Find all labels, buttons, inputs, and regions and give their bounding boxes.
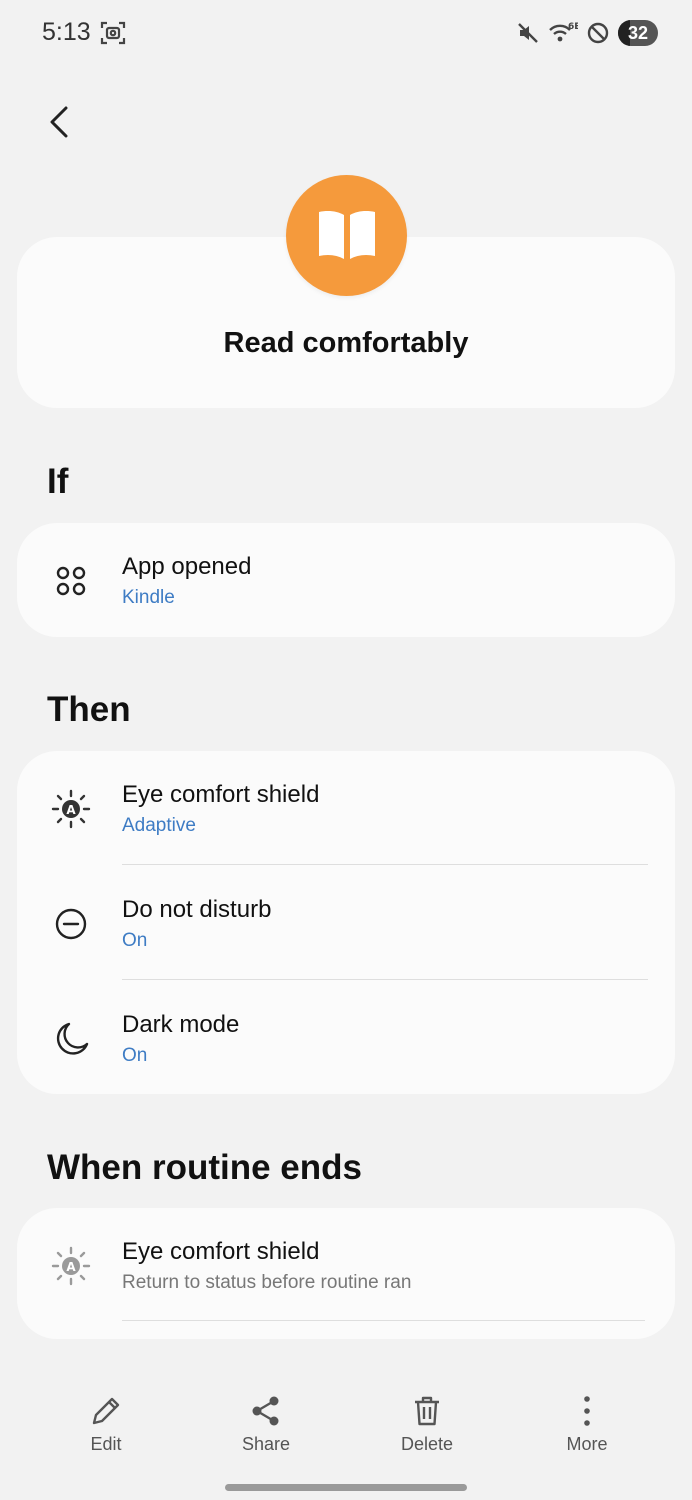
end-action-title: Eye comfort shield xyxy=(122,1238,320,1265)
status-bar: 5:13 6E 32 xyxy=(0,0,692,64)
action-row-eye-comfort-shield[interactable]: A Eye comfort shield Adaptive xyxy=(17,751,675,866)
chevron-left-icon xyxy=(50,106,68,138)
battery-icon: 32 xyxy=(618,20,658,46)
share-button[interactable]: Share xyxy=(206,1380,326,1460)
dark-mode-icon xyxy=(49,1017,93,1061)
do-not-disturb-status-icon xyxy=(586,21,610,45)
delete-label: Delete xyxy=(400,1434,454,1454)
condition-value: Kindle xyxy=(122,587,175,608)
pencil-icon xyxy=(92,1397,120,1425)
more-label: More xyxy=(566,1434,608,1454)
more-button[interactable]: More xyxy=(527,1380,647,1460)
bottom-action-bar: Edit Share Delete More xyxy=(0,1380,692,1470)
more-vertical-icon xyxy=(584,1396,590,1426)
action-title: Eye comfort shield xyxy=(122,781,320,808)
action-title: Dark mode xyxy=(122,1011,240,1038)
action-value: On xyxy=(122,930,148,951)
if-heading: If xyxy=(47,462,69,501)
home-indicator[interactable] xyxy=(225,1484,467,1491)
end-action-row-eye-comfort-shield[interactable]: A Eye comfort shield Return to status be… xyxy=(17,1208,675,1323)
wifi-6e-icon: 6E xyxy=(548,21,578,45)
then-heading: Then xyxy=(47,690,131,729)
svg-text:6E: 6E xyxy=(568,22,578,32)
end-action-value: Return to status before routine ran xyxy=(122,1272,412,1293)
eye-comfort-icon: A xyxy=(49,1244,93,1288)
status-icons: 6E 32 xyxy=(516,18,658,48)
edit-button[interactable]: Edit xyxy=(46,1380,166,1460)
condition-row-app-opened[interactable]: App opened Kindle xyxy=(17,523,675,638)
svg-text:A: A xyxy=(66,803,76,817)
action-value: Adaptive xyxy=(122,815,196,836)
share-label: Share xyxy=(241,1434,291,1454)
edit-label: Edit xyxy=(90,1434,122,1454)
status-time: 5:13 xyxy=(42,18,91,46)
row-divider xyxy=(122,864,648,865)
routine-title: Read comfortably xyxy=(223,327,469,359)
action-value: On xyxy=(122,1045,148,1066)
mute-icon xyxy=(516,21,540,45)
screenshot-icon xyxy=(100,20,126,46)
row-divider xyxy=(122,1320,645,1321)
action-row-dark-mode[interactable]: Dark mode On xyxy=(17,981,675,1096)
when-routine-ends-heading: When routine ends xyxy=(47,1148,362,1187)
do-not-disturb-icon xyxy=(49,902,93,946)
share-icon xyxy=(252,1396,279,1426)
row-divider xyxy=(122,979,648,980)
then-card: A Eye comfort shield Adaptive Do not dis… xyxy=(17,751,675,1094)
svg-text:A: A xyxy=(66,1260,76,1274)
action-title: Do not disturb xyxy=(122,896,272,923)
ends-card: A Eye comfort shield Return to status be… xyxy=(17,1208,675,1339)
delete-button[interactable]: Delete xyxy=(367,1380,487,1460)
book-open-icon[interactable] xyxy=(286,175,407,296)
trash-icon xyxy=(415,1396,439,1426)
if-card: App opened Kindle xyxy=(17,523,675,637)
condition-title: App opened xyxy=(122,553,252,580)
apps-icon xyxy=(49,559,93,603)
routine-detail-screen: 5:13 6E 32 Read comfortably If App opene… xyxy=(0,0,692,1500)
battery-level: 32 xyxy=(627,22,649,43)
action-row-do-not-disturb[interactable]: Do not disturb On xyxy=(17,866,675,981)
back-button[interactable] xyxy=(36,96,84,148)
eye-comfort-icon: A xyxy=(49,787,93,831)
